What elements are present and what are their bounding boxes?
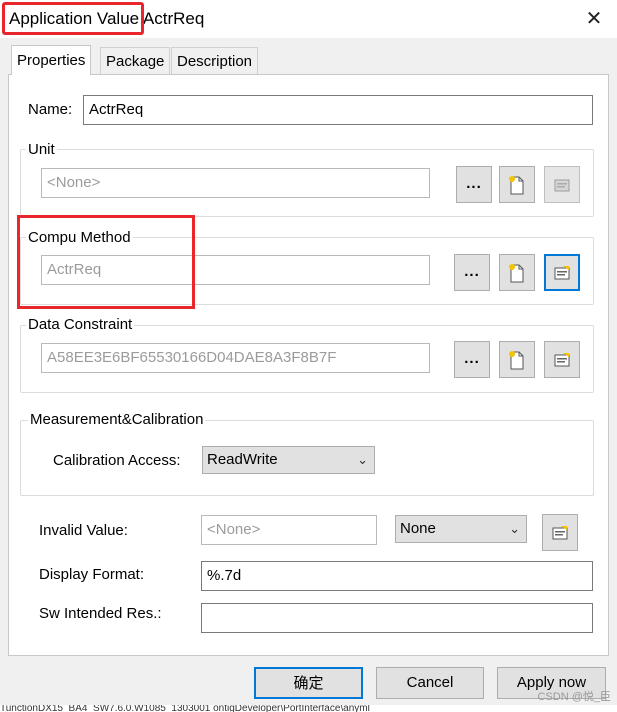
edit-properties-icon bbox=[554, 266, 570, 280]
invalid-value-select-value: None bbox=[400, 520, 436, 537]
measurement-group-label: Measurement&Calibration bbox=[28, 411, 206, 428]
compu-method-browse-button[interactable]: ... bbox=[454, 254, 490, 291]
new-document-icon bbox=[509, 351, 524, 370]
calibration-access-value: ReadWrite bbox=[207, 451, 278, 468]
data-constraint-browse-button[interactable]: ... bbox=[454, 341, 490, 378]
data-constraint-new-button[interactable] bbox=[499, 341, 535, 378]
invalid-value-edit-button[interactable] bbox=[542, 514, 578, 551]
edit-properties-icon bbox=[554, 353, 570, 367]
chevron-down-icon: ⌄ bbox=[357, 452, 368, 467]
title-highlight-box bbox=[2, 2, 144, 35]
display-format-field[interactable]: %.7d bbox=[201, 561, 593, 591]
tab-description[interactable]: Description bbox=[171, 47, 259, 74]
data-constraint-field[interactable]: A58EE3E6BF65530166D04DAE8A3F8B7F bbox=[41, 343, 430, 373]
unit-field[interactable]: <None> bbox=[41, 168, 430, 198]
calibration-access-select[interactable]: ReadWrite ⌄ bbox=[202, 446, 375, 474]
compu-method-edit-button[interactable] bbox=[544, 254, 580, 291]
invalid-value-label: Invalid Value: bbox=[39, 522, 128, 539]
title-bar: Application Value ActrReq ✕ bbox=[0, 0, 617, 38]
compu-method-highlight-box bbox=[17, 215, 195, 309]
sw-intended-res-label: Sw Intended Res.: bbox=[39, 605, 162, 622]
new-document-icon bbox=[509, 264, 524, 283]
edit-properties-icon bbox=[554, 179, 570, 192]
data-constraint-edit-button[interactable] bbox=[544, 341, 580, 378]
sw-intended-res-field[interactable] bbox=[201, 603, 593, 633]
data-constraint-group-label: Data Constraint bbox=[26, 316, 135, 333]
background-window-strip: TunctionDX15_BA4_SW7.6.0.W1085_1303001 o… bbox=[0, 705, 617, 712]
unit-new-button[interactable] bbox=[499, 166, 535, 203]
tab-package[interactable]: Package bbox=[100, 47, 171, 74]
chevron-down-icon: ⌄ bbox=[509, 521, 520, 536]
compu-method-browse-label: ... bbox=[464, 263, 480, 280]
unit-browse-label: ... bbox=[466, 175, 482, 192]
tab-properties[interactable]: Properties bbox=[11, 45, 92, 75]
close-icon[interactable]: ✕ bbox=[580, 6, 608, 32]
unit-browse-button[interactable]: ... bbox=[456, 166, 492, 203]
cancel-button[interactable]: Cancel bbox=[376, 667, 484, 699]
unit-edit-button[interactable] bbox=[544, 166, 580, 203]
watermark: CSDN @悦_臣 bbox=[537, 691, 611, 703]
calibration-access-label: Calibration Access: bbox=[53, 452, 181, 469]
compu-method-new-button[interactable] bbox=[499, 254, 535, 291]
unit-group-label: Unit bbox=[26, 141, 57, 158]
invalid-value-field[interactable]: <None> bbox=[201, 515, 377, 545]
data-constraint-browse-label: ... bbox=[464, 350, 480, 367]
new-document-icon bbox=[509, 176, 524, 195]
invalid-value-select[interactable]: None ⌄ bbox=[395, 515, 527, 543]
edit-properties-icon bbox=[552, 526, 568, 540]
name-field[interactable]: ActrReq bbox=[83, 95, 593, 125]
name-label: Name: bbox=[28, 101, 73, 118]
ok-button[interactable]: 确定 bbox=[254, 667, 363, 699]
display-format-label: Display Format: bbox=[39, 566, 145, 583]
